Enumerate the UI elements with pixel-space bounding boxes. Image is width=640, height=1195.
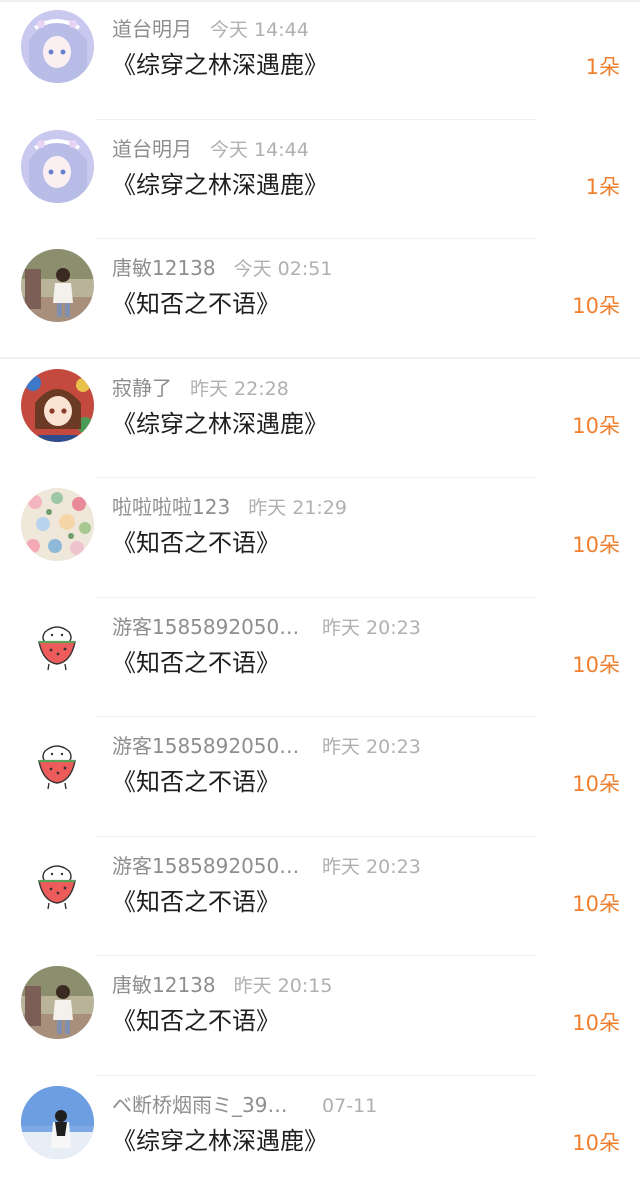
timestamp: 昨天 21:29 bbox=[248, 495, 347, 521]
timestamp: 07-11 bbox=[322, 1093, 377, 1119]
user-name[interactable]: 啦啦啦啦123 bbox=[112, 494, 230, 520]
user-name[interactable]: 游客1585892050… bbox=[112, 614, 304, 640]
gift-record-list: 道台明月今天 14:44 《综穿之林深遇鹿》 1朵 道台明月今天 14:44 《… bbox=[0, 0, 640, 1195]
avatar[interactable] bbox=[21, 727, 94, 800]
item-meta: 道台明月今天 14:44 bbox=[112, 136, 309, 162]
timestamp: 今天 14:44 bbox=[210, 137, 309, 163]
avatar[interactable] bbox=[21, 488, 94, 561]
list-item[interactable]: 唐敏12138 今天 02:51 《知否之不语》 10朵 bbox=[0, 239, 640, 359]
flower-count: 10朵 bbox=[572, 1128, 620, 1158]
anime-girl-avatar-icon bbox=[21, 130, 94, 203]
avatar[interactable] bbox=[21, 369, 94, 442]
user-name[interactable]: 寂静了 bbox=[112, 375, 172, 401]
book-title[interactable]: 《知否之不语》 bbox=[112, 1004, 280, 1038]
book-title[interactable]: 《知否之不语》 bbox=[112, 765, 280, 799]
user-name[interactable]: 游客1585892050… bbox=[112, 733, 304, 759]
flower-count: 10朵 bbox=[572, 1008, 620, 1038]
anime-girl-avatar-icon bbox=[21, 369, 94, 442]
timestamp: 昨天 20:15 bbox=[234, 973, 333, 999]
timestamp: 昨天 20:23 bbox=[322, 734, 421, 760]
avatar[interactable] bbox=[21, 249, 94, 322]
avatar[interactable] bbox=[21, 608, 94, 681]
timestamp: 昨天 22:28 bbox=[190, 376, 289, 402]
person-photo-avatar-icon bbox=[21, 249, 94, 322]
user-name[interactable]: 唐敏12138 bbox=[112, 255, 216, 281]
flower-count: 10朵 bbox=[572, 530, 620, 560]
user-name[interactable]: 道台明月 bbox=[112, 136, 192, 162]
flower-count: 1朵 bbox=[586, 172, 620, 202]
list-item[interactable]: 游客1585892050… 昨天 20:23 《知否之不语》 10朵 bbox=[0, 598, 640, 718]
flower-count: 10朵 bbox=[572, 411, 620, 441]
avatar[interactable] bbox=[21, 847, 94, 920]
flower-count: 10朵 bbox=[572, 650, 620, 680]
book-title[interactable]: 《综穿之林深遇鹿》 bbox=[112, 407, 328, 441]
item-meta: 游客1585892050… 昨天 20:23 bbox=[112, 733, 421, 759]
list-item[interactable]: 道台明月今天 14:44 《综穿之林深遇鹿》 1朵 bbox=[0, 0, 640, 120]
item-meta: 游客1585892050… 昨天 20:23 bbox=[112, 614, 421, 640]
avatar[interactable] bbox=[21, 130, 94, 203]
list-item[interactable]: 寂静了昨天 22:28 《综穿之林深遇鹿》 10朵 bbox=[0, 359, 640, 479]
book-title[interactable]: 《知否之不语》 bbox=[112, 646, 280, 680]
timestamp: 昨天 20:23 bbox=[322, 615, 421, 641]
book-title[interactable]: 《知否之不语》 bbox=[112, 287, 280, 321]
watermelon-cartoon-avatar-icon bbox=[21, 608, 94, 681]
list-item[interactable]: 唐敏12138 昨天 20:15 《知否之不语》 10朵 bbox=[0, 956, 640, 1076]
avatar[interactable] bbox=[21, 10, 94, 83]
flower-count: 10朵 bbox=[572, 889, 620, 919]
item-meta: 寂静了昨天 22:28 bbox=[112, 375, 289, 401]
list-item[interactable]: 道台明月今天 14:44 《综穿之林深遇鹿》 1朵 bbox=[0, 120, 640, 240]
timestamp: 昨天 20:23 bbox=[322, 854, 421, 880]
flower-count: 1朵 bbox=[586, 52, 620, 82]
list-item[interactable]: 游客1585892050… 昨天 20:23 《知否之不语》 10朵 bbox=[0, 837, 640, 957]
flower-count: 10朵 bbox=[572, 291, 620, 321]
book-title[interactable]: 《知否之不语》 bbox=[112, 526, 280, 560]
book-title[interactable]: 《综穿之林深遇鹿》 bbox=[112, 48, 328, 82]
person-photo-avatar-icon bbox=[21, 966, 94, 1039]
item-meta: 唐敏12138 今天 02:51 bbox=[112, 255, 332, 281]
book-title[interactable]: 《知否之不语》 bbox=[112, 885, 280, 919]
list-item[interactable]: 游客1585892050… 昨天 20:23 《知否之不语》 10朵 bbox=[0, 717, 640, 837]
user-name[interactable]: ベ断桥烟雨ミ_39… bbox=[112, 1092, 304, 1118]
user-name[interactable]: 道台明月 bbox=[112, 16, 192, 42]
item-meta: 游客1585892050… 昨天 20:23 bbox=[112, 853, 421, 879]
anime-girl-avatar-icon bbox=[21, 10, 94, 83]
book-title[interactable]: 《综穿之林深遇鹿》 bbox=[112, 168, 328, 202]
book-title[interactable]: 《综穿之林深遇鹿》 bbox=[112, 1124, 328, 1158]
user-name[interactable]: 游客1585892050… bbox=[112, 853, 304, 879]
item-meta: ベ断桥烟雨ミ_39… 07-11 bbox=[112, 1092, 377, 1118]
item-meta: 啦啦啦啦123 昨天 21:29 bbox=[112, 494, 347, 520]
watermelon-cartoon-avatar-icon bbox=[21, 727, 94, 800]
item-meta: 道台明月今天 14:44 bbox=[112, 16, 309, 42]
list-item[interactable]: ベ断桥烟雨ミ_39… 07-11 《综穿之林深遇鹿》 10朵 bbox=[0, 1076, 640, 1195]
timestamp: 今天 02:51 bbox=[234, 256, 333, 282]
floral-pattern-avatar-icon bbox=[21, 488, 94, 561]
timestamp: 今天 14:44 bbox=[210, 17, 309, 43]
list-item[interactable]: 啦啦啦啦123 昨天 21:29 《知否之不语》 10朵 bbox=[0, 478, 640, 598]
user-name[interactable]: 唐敏12138 bbox=[112, 972, 216, 998]
person-sky-photo-avatar-icon bbox=[21, 1086, 94, 1159]
watermelon-cartoon-avatar-icon bbox=[21, 847, 94, 920]
avatar[interactable] bbox=[21, 1086, 94, 1159]
item-meta: 唐敏12138 昨天 20:15 bbox=[112, 972, 332, 998]
flower-count: 10朵 bbox=[572, 769, 620, 799]
avatar[interactable] bbox=[21, 966, 94, 1039]
